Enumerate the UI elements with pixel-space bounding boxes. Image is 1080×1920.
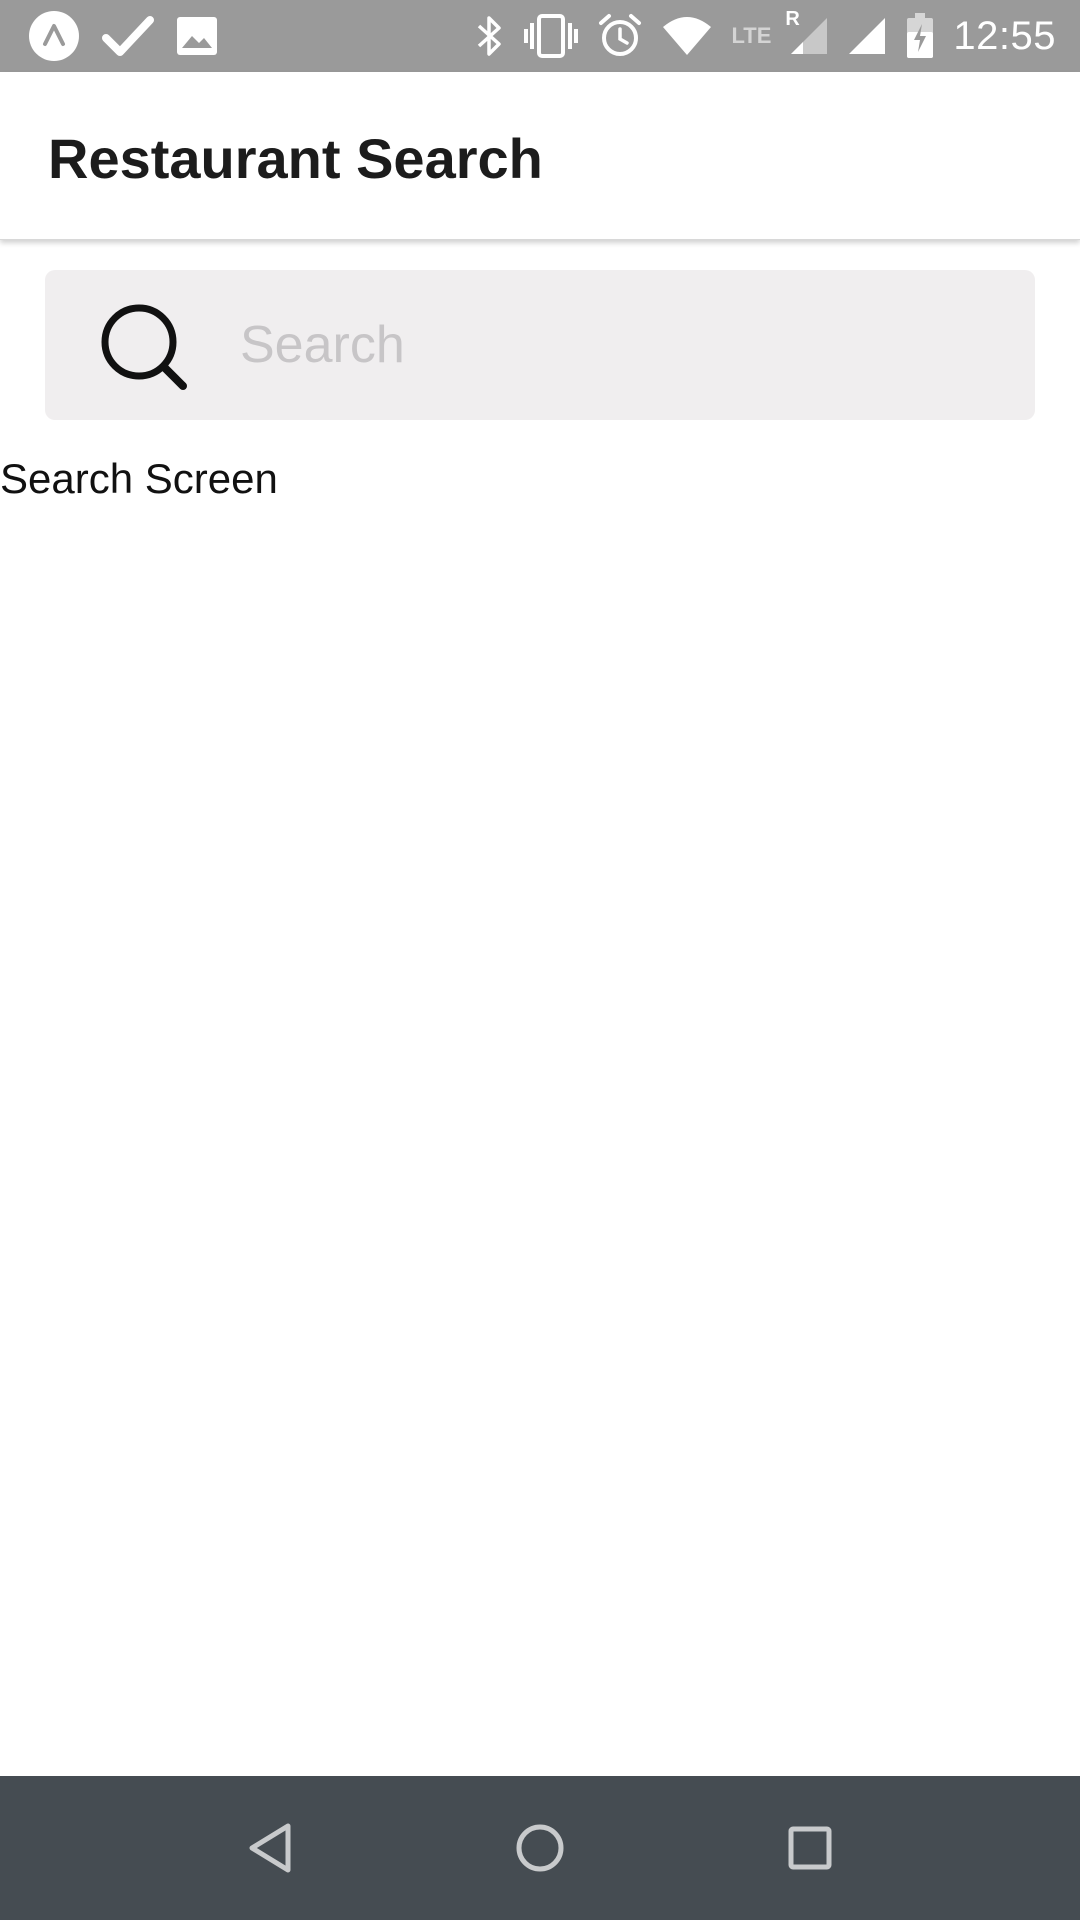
lte-label: LTE: [731, 23, 772, 48]
expo-icon: [28, 10, 80, 62]
screen-label: Search Screen: [0, 455, 278, 502]
status-right-icons: LTE R 12:55: [475, 8, 1080, 60]
status-bar: LTE R 12:55: [0, 0, 1080, 72]
wifi-icon: [661, 15, 713, 57]
bluetooth-icon: [475, 14, 505, 58]
signal-roaming-icon: R: [785, 8, 829, 56]
search-input[interactable]: [240, 295, 1000, 395]
vibrate-icon: [523, 13, 579, 59]
app-header: Restaurant Search: [0, 72, 1080, 240]
navigation-bar: [0, 1776, 1080, 1920]
check-icon: [102, 14, 154, 58]
search-bar[interactable]: [45, 270, 1035, 420]
lte-icon: LTE: [731, 25, 771, 47]
recents-icon[interactable]: [778, 1816, 842, 1880]
image-icon: [176, 16, 218, 56]
search-icon: [97, 300, 197, 400]
roaming-label: R: [785, 8, 800, 30]
battery-charging-icon: [905, 12, 935, 60]
alarm-icon: [597, 13, 643, 59]
back-icon[interactable]: [238, 1816, 302, 1880]
page-title: Restaurant Search: [48, 127, 543, 190]
signal-icon: [847, 16, 887, 56]
status-time: 12:55: [953, 13, 1056, 58]
status-left-icons: [0, 10, 218, 62]
home-icon[interactable]: [508, 1816, 572, 1880]
